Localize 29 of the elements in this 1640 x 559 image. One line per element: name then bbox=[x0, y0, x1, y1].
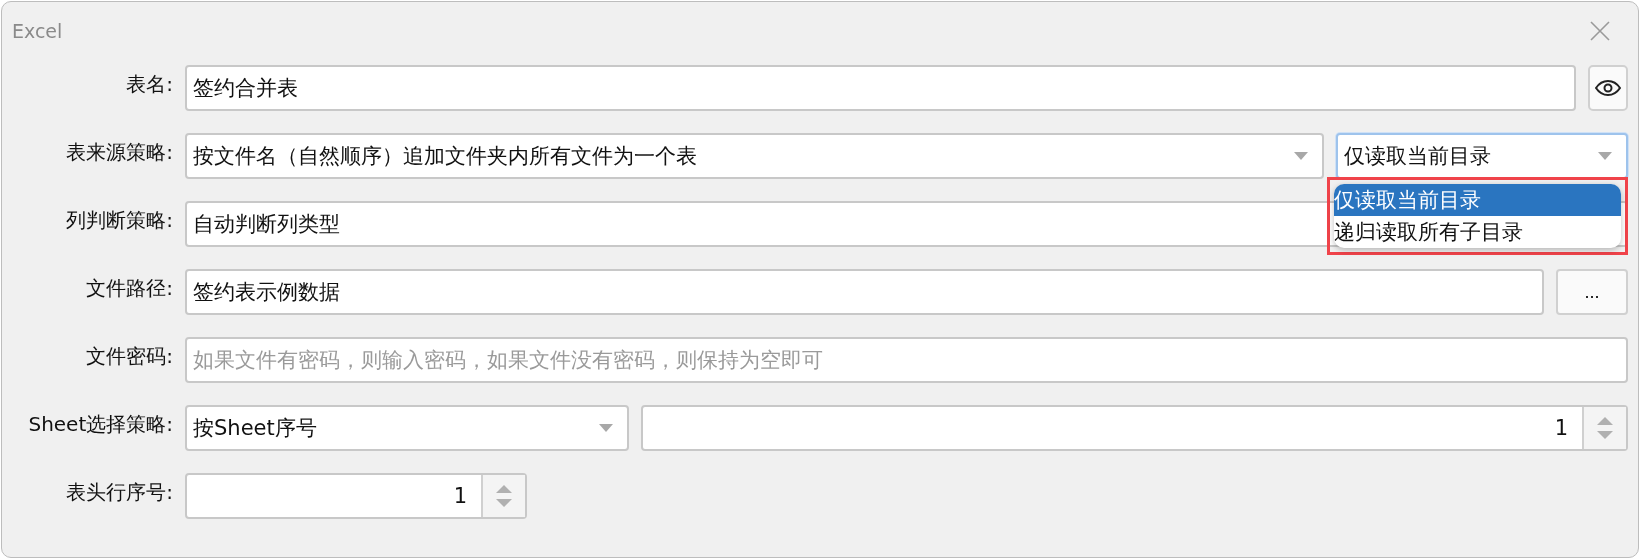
field-label: 表来源策略: bbox=[65, 139, 173, 166]
spinbox-value: 1 bbox=[1553, 416, 1569, 440]
field-label: 文件路径: bbox=[85, 275, 173, 302]
window-title: Excel bbox=[12, 20, 63, 42]
number-spinbox[interactable]: 1 bbox=[185, 473, 527, 519]
password-field[interactable]: 如果文件有密码，则输入密码，如果文件没有密码，则保持为空即可 bbox=[185, 337, 1628, 383]
spinbox-value: 1 bbox=[452, 484, 468, 508]
dropdown-arrow-icon bbox=[1598, 152, 1612, 160]
dropdown-arrow-icon bbox=[599, 424, 613, 432]
dropdown-option[interactable]: 递归读取所有子目录 bbox=[1334, 216, 1621, 248]
show-button[interactable] bbox=[1588, 65, 1628, 111]
dropdown[interactable]: 仅读取当前目录 bbox=[1336, 133, 1628, 179]
eye-icon bbox=[1595, 80, 1621, 96]
up-down-arrows-icon[interactable] bbox=[481, 475, 525, 517]
dropdown[interactable]: 按文件名（自然顺序）追加文件夹内所有文件为一个表 bbox=[185, 133, 1324, 179]
field-label: 表名: bbox=[125, 71, 173, 98]
field-label: 表头行序号: bbox=[65, 479, 173, 506]
browse-button[interactable]: ... bbox=[1556, 269, 1628, 315]
text-field[interactable]: 签约合并表 bbox=[185, 65, 1576, 111]
dropdown-option[interactable]: 仅读取当前目录 bbox=[1334, 184, 1621, 216]
field-label: 列判断策略: bbox=[65, 207, 173, 234]
dropdown[interactable]: 按Sheet序号 bbox=[185, 405, 629, 451]
close-icon[interactable] bbox=[1590, 21, 1610, 41]
field-label: Sheet选择策略: bbox=[27, 411, 173, 438]
number-spinbox[interactable]: 1 bbox=[641, 405, 1628, 451]
dropdown-arrow-icon bbox=[1294, 152, 1308, 160]
field-label: 文件密码: bbox=[85, 343, 173, 370]
up-down-arrows-icon[interactable] bbox=[1582, 407, 1626, 449]
text-field[interactable]: 签约表示例数据 bbox=[185, 269, 1544, 315]
